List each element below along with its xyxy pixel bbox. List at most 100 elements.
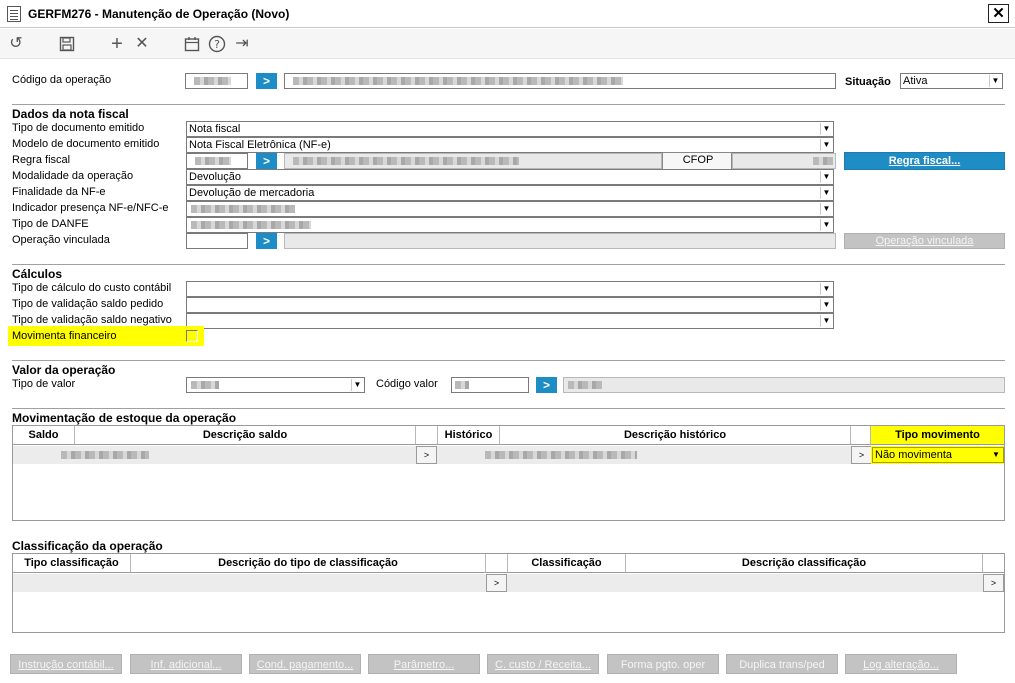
row-classificacao-tipo-button[interactable]: > xyxy=(486,574,507,592)
regra-fiscal-description xyxy=(284,153,662,169)
column-header-historico[interactable]: Histórico xyxy=(438,426,500,445)
indicador-presenca-select[interactable]: ▼ xyxy=(186,201,834,217)
chevron-down-icon: ▼ xyxy=(820,171,832,183)
svg-text:?: ? xyxy=(214,38,220,51)
codigo-valor-search-button[interactable]: > xyxy=(536,377,557,393)
regra-fiscal-input[interactable] xyxy=(186,153,248,169)
column-header-classificacao[interactable]: Classificação xyxy=(508,554,626,573)
log-alteracao-button[interactable]: Log alteração... xyxy=(845,654,957,674)
chevron-down-icon: ▼ xyxy=(820,219,832,231)
operacao-vinculada-label: Operação vinculada xyxy=(12,234,110,246)
modelo-documento-select[interactable]: Nota Fiscal Eletrônica (NF-e) ▼ xyxy=(186,137,834,153)
table-row[interactable] xyxy=(13,574,1004,592)
divider xyxy=(12,360,1005,361)
document-icon xyxy=(7,6,21,22)
tipo-movimento-select[interactable]: Não movimenta ▼ xyxy=(872,447,1004,463)
situacao-label: Situação xyxy=(845,76,891,88)
operacao-vinculada-description xyxy=(284,233,836,249)
modalidade-select[interactable]: Devolução ▼ xyxy=(186,169,834,185)
chevron-down-icon: ▼ xyxy=(820,139,832,151)
nota-fiscal-section-title: Dados da nota fiscal xyxy=(12,107,129,121)
saldo-negativo-select[interactable]: ▼ xyxy=(186,313,834,329)
column-header-blank xyxy=(486,554,508,573)
tipo-danfe-select[interactable]: ▼ xyxy=(186,217,834,233)
codigo-operacao-search-button[interactable]: > xyxy=(256,73,277,89)
tipo-danfe-label: Tipo de DANFE xyxy=(12,218,89,230)
codigo-valor-description xyxy=(563,377,1005,393)
saldo-pedido-label: Tipo de validação saldo pedido xyxy=(12,298,164,310)
window-title: GERFM276 - Manutenção de Operação (Novo) xyxy=(28,7,290,21)
column-header-descricao-saldo[interactable]: Descrição saldo xyxy=(75,426,416,445)
add-icon[interactable]: + xyxy=(106,33,128,55)
cond-pagamento-button[interactable]: Cond. pagamento... xyxy=(249,654,361,674)
saldo-pedido-select[interactable]: ▼ xyxy=(186,297,834,313)
instrucao-contabil-button[interactable]: Instrução contábil... xyxy=(10,654,122,674)
column-header-descricao-classificacao[interactable]: Descrição classificação xyxy=(626,554,983,573)
help-icon[interactable]: ? xyxy=(206,33,228,55)
close-button[interactable]: ✕ xyxy=(988,4,1009,23)
classificacao-section-title: Classificação da operação xyxy=(12,539,163,553)
chevron-down-icon: ▼ xyxy=(989,75,1001,87)
divider xyxy=(12,264,1005,265)
tipo-documento-select[interactable]: Nota fiscal ▼ xyxy=(186,121,834,137)
inf-adicional-button[interactable]: Inf. adicional... xyxy=(130,654,242,674)
undo-icon[interactable]: ↺ xyxy=(5,33,27,55)
save-icon[interactable] xyxy=(56,33,78,55)
divider xyxy=(12,104,1005,105)
regra-fiscal-search-button[interactable]: > xyxy=(256,153,277,169)
movimenta-financeiro-label: Movimenta financeiro xyxy=(12,330,117,342)
codigo-operacao-input[interactable] xyxy=(185,73,248,89)
centro-custo-receita-button[interactable]: C. custo / Receita... xyxy=(487,654,599,674)
column-header-descricao-tipo-classificacao[interactable]: Descrição do tipo de classificação xyxy=(131,554,486,573)
row-saldo-button[interactable]: > xyxy=(416,446,437,464)
row-classificacao-button[interactable]: > xyxy=(983,574,1004,592)
exit-icon[interactable]: ⇥ xyxy=(231,33,253,55)
cfop-button[interactable]: CFOP xyxy=(662,152,732,170)
indicador-presenca-label: Indicador presença NF-e/NFC-e xyxy=(12,202,169,214)
parametro-button[interactable]: Parâmetro... xyxy=(368,654,480,674)
codigo-operacao-description xyxy=(284,73,836,89)
movimenta-financeiro-checkbox[interactable] xyxy=(186,330,198,342)
chevron-down-icon: ▼ xyxy=(820,315,832,327)
regra-fiscal-label: Regra fiscal xyxy=(12,154,71,166)
chevron-down-icon: ▼ xyxy=(992,450,1000,459)
column-header-tipo-movimento[interactable]: Tipo movimento xyxy=(871,426,1004,445)
operacao-vinculada-input[interactable] xyxy=(186,233,248,249)
cfop-value xyxy=(732,153,836,169)
row-historico-button[interactable]: > xyxy=(851,446,872,464)
duplica-trans-ped-button[interactable]: Duplica trans/ped xyxy=(726,654,838,674)
regra-fiscal-button[interactable]: Regra fiscal... xyxy=(844,152,1005,170)
operacao-vinculada-search-button[interactable]: > xyxy=(256,233,277,249)
finalidade-select[interactable]: Devolução de mercadoria ▼ xyxy=(186,185,834,201)
operacao-vinculada-button[interactable]: Operação vinculada xyxy=(844,233,1005,249)
saldo-negativo-label: Tipo de validação saldo negativo xyxy=(12,314,172,326)
calendar-icon[interactable] xyxy=(181,33,203,55)
remove-icon[interactable]: ✕ xyxy=(131,33,153,55)
divider xyxy=(12,408,1005,409)
column-header-blank xyxy=(851,426,871,445)
classificacao-grid: Tipo classificação Descrição do tipo de … xyxy=(12,553,1005,633)
column-header-descricao-historico[interactable]: Descrição histórico xyxy=(500,426,851,445)
finalidade-label: Finalidade da NF-e xyxy=(12,186,106,198)
column-header-saldo[interactable]: Saldo xyxy=(13,426,75,445)
valor-section-title: Valor da operação xyxy=(12,363,116,377)
toolbar: ↺ + ✕ ? ⇥ xyxy=(0,29,1015,59)
column-header-blank xyxy=(983,554,1004,573)
custo-contabil-select[interactable]: ▼ xyxy=(186,281,834,297)
tipo-valor-select[interactable]: ▼ xyxy=(186,377,365,393)
tipo-valor-label: Tipo de valor xyxy=(12,378,76,390)
codigo-valor-input[interactable] xyxy=(451,377,529,393)
codigo-operacao-label: Código da operação xyxy=(12,74,112,86)
modalidade-label: Modalidade da operação xyxy=(12,170,134,182)
tipo-documento-label: Tipo de documento emitido xyxy=(12,122,145,134)
chevron-down-icon: ▼ xyxy=(351,379,363,391)
estoque-section-title: Movimentação de estoque da operação xyxy=(12,411,237,425)
situacao-select[interactable]: Ativa ▼ xyxy=(900,73,1003,89)
column-header-tipo-classificacao[interactable]: Tipo classificação xyxy=(13,554,131,573)
estoque-grid: Saldo Descrição saldo Histórico Descriçã… xyxy=(12,425,1005,521)
row-historico-description xyxy=(485,451,637,459)
calculos-section-title: Cálculos xyxy=(12,267,63,281)
forma-pgto-oper-button[interactable]: Forma pgto. oper xyxy=(607,654,719,674)
chevron-down-icon: ▼ xyxy=(820,187,832,199)
chevron-down-icon: ▼ xyxy=(820,299,832,311)
